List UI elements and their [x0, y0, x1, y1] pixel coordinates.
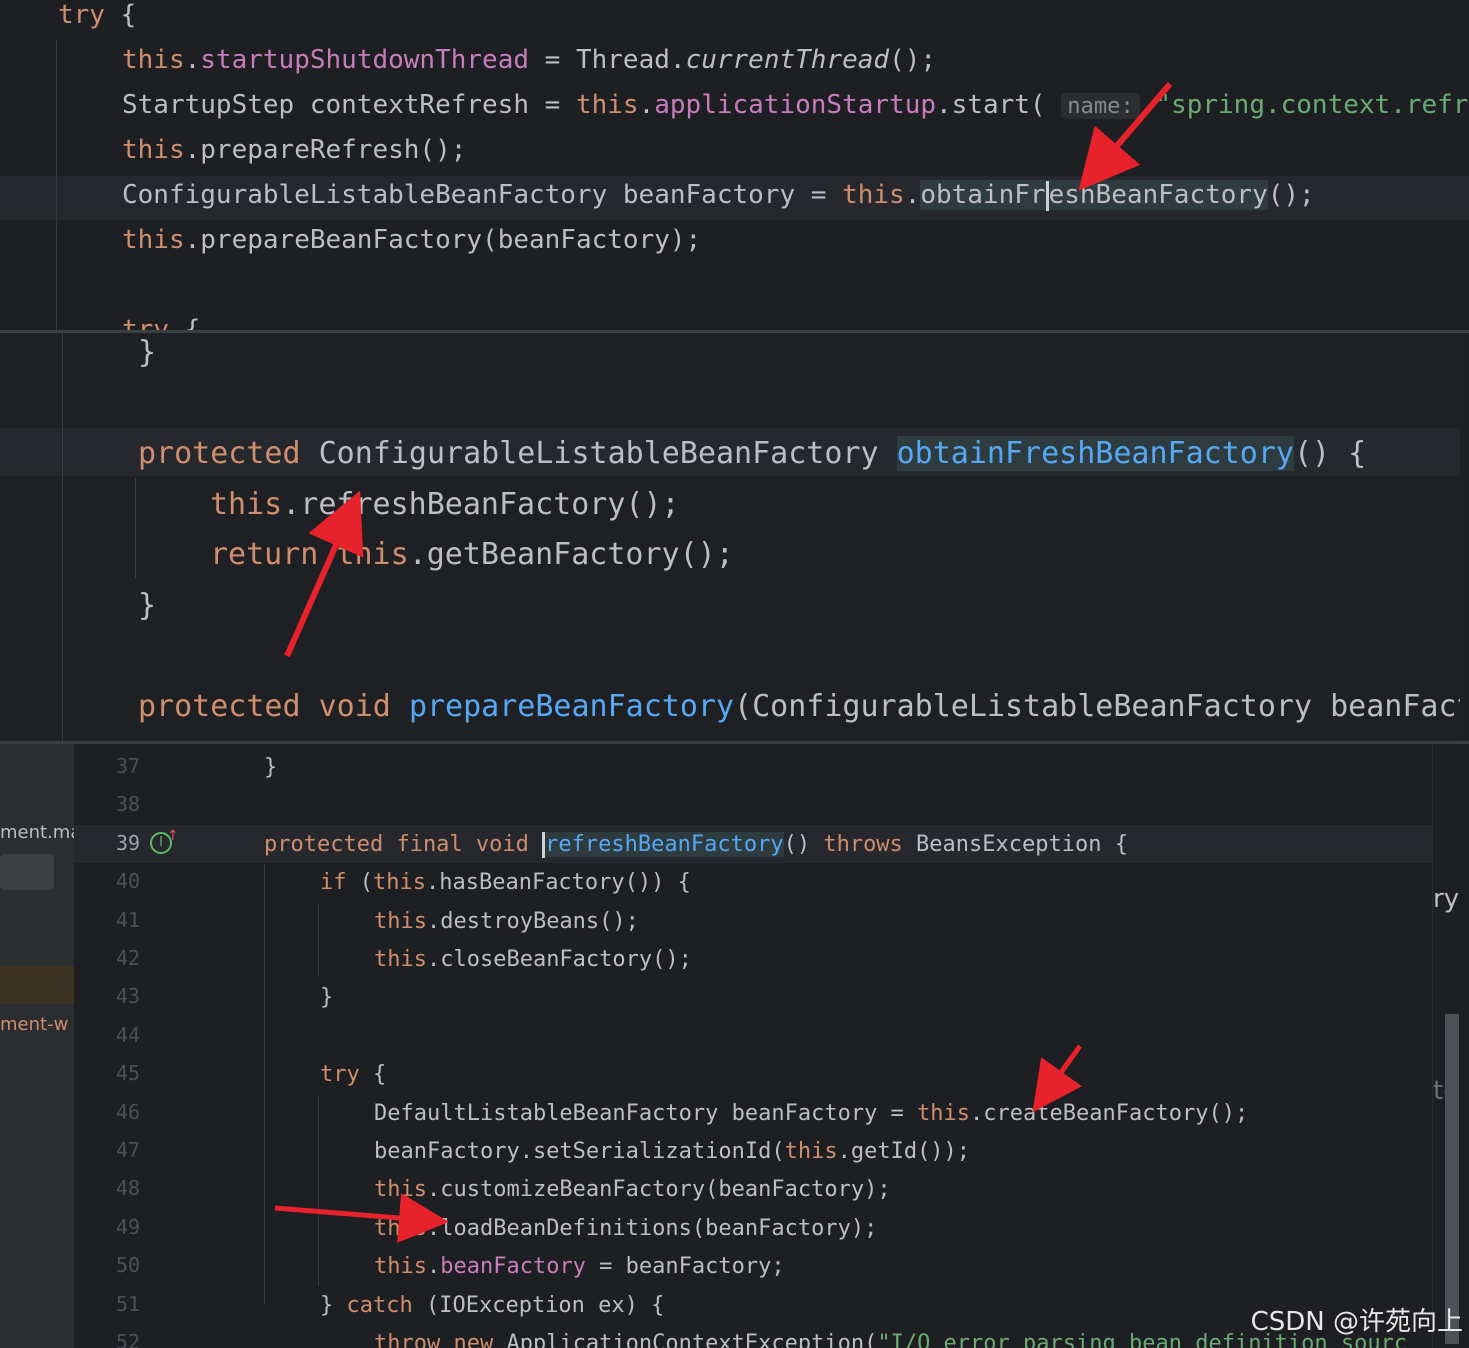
red-arrow-icon [1032, 1044, 1083, 1113]
red-arrow-icon [274, 1193, 449, 1243]
red-arrow-icon [284, 490, 364, 658]
red-arrow-icon [1078, 82, 1173, 191]
watermark: CSDN @许苑向上 [1250, 1307, 1463, 1337]
annotation-arrows [274, 82, 1173, 1243]
